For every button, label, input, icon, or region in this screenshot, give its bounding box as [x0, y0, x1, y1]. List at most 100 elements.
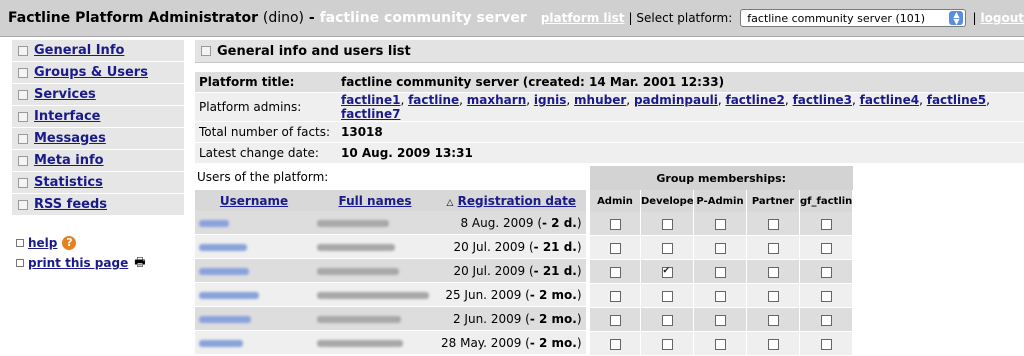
redacted-username[interactable] — [199, 267, 249, 275]
group-col-partner: Partner — [746, 190, 800, 212]
group-checkbox-p-admin[interactable] — [714, 290, 726, 302]
sort-registration-link[interactable]: Registration date — [458, 194, 576, 208]
group-cell — [640, 307, 694, 332]
redacted-username[interactable] — [199, 291, 259, 299]
sidebar-item-label[interactable]: Statistics — [34, 175, 103, 190]
registration-date: 8 Aug. 2009 — [460, 215, 534, 230]
sidebar-item-label[interactable]: Interface — [34, 109, 101, 124]
group-memberships-table: Group memberships: Admin Developer P-Adm… — [590, 166, 853, 356]
sidebar-item-general-info[interactable]: General Info — [12, 40, 184, 61]
fullname-cell — [313, 330, 437, 355]
sidebar-item-meta-info[interactable]: Meta info — [12, 150, 184, 171]
sidebar-item-groups-users[interactable]: Groups & Users — [12, 62, 184, 83]
redacted-username[interactable] — [199, 243, 247, 251]
help-icon[interactable]: ? — [62, 236, 77, 250]
group-checkbox-developer[interactable] — [661, 314, 673, 326]
group-checkbox-p-admin[interactable] — [714, 242, 726, 254]
username-cell[interactable] — [195, 211, 313, 235]
group-cell — [746, 259, 800, 284]
group-checkbox-developer[interactable] — [661, 290, 673, 302]
username-cell[interactable] — [195, 234, 313, 259]
registration-cell: 20 Jul. 2009 (- 21 d.) — [437, 234, 586, 259]
registration-cell: 2 Jun. 2009 (- 2 mo.) — [437, 306, 586, 331]
group-checkbox-partner[interactable] — [767, 242, 779, 254]
group-checkbox-p-admin[interactable] — [714, 314, 726, 326]
col-fullnames[interactable]: Full names — [313, 190, 437, 211]
admin-link[interactable]: factline1 — [341, 93, 400, 107]
group-checkbox-admin[interactable] — [609, 266, 621, 278]
group-checkbox-gf-factline[interactable] — [820, 290, 832, 302]
sidebar-item-statistics[interactable]: Statistics — [12, 172, 184, 193]
group-checkbox-admin[interactable] — [609, 290, 621, 302]
username-cell[interactable] — [195, 330, 313, 355]
admin-link[interactable]: factline5 — [927, 93, 986, 107]
group-checkbox-partner[interactable] — [767, 290, 779, 302]
group-checkbox-gf-factline[interactable] — [820, 314, 832, 326]
admin-link[interactable]: ignis — [534, 93, 567, 107]
facts-value: 13018 — [337, 121, 1024, 143]
group-checkbox-p-admin[interactable] — [714, 338, 726, 350]
group-checkbox-partner[interactable] — [767, 314, 779, 326]
sidebar-item-interface[interactable]: Interface — [12, 106, 184, 127]
admin-link[interactable]: maxharn — [467, 93, 526, 107]
nav-bullet-icon — [18, 133, 28, 144]
username-cell[interactable] — [195, 282, 313, 307]
registration-age: - 2 d. — [542, 215, 577, 230]
redacted-username[interactable] — [199, 219, 229, 227]
group-checkbox-gf-factline[interactable] — [820, 338, 832, 350]
admin-link[interactable]: mhuber — [574, 93, 626, 107]
section-bullet-icon — [201, 46, 211, 56]
admin-link[interactable]: factline7 — [341, 107, 400, 121]
admin-link[interactable]: factline3 — [793, 93, 852, 107]
group-checkbox-partner[interactable] — [767, 266, 779, 278]
group-checkbox-p-admin[interactable] — [714, 218, 726, 230]
group-checkbox-admin[interactable] — [609, 314, 621, 326]
sidebar-item-label[interactable]: Meta info — [34, 153, 104, 168]
sort-username-link[interactable]: Username — [220, 194, 288, 208]
group-checkbox-developer[interactable] — [661, 266, 673, 278]
print-page-link[interactable]: print this page — [28, 256, 128, 270]
logout-link[interactable]: logout — [981, 11, 1024, 25]
sidebar-item-label[interactable]: Groups & Users — [34, 65, 148, 80]
sidebar-item-messages[interactable]: Messages — [12, 128, 184, 149]
table-row: 25 Jun. 2009 (- 2 mo.) — [195, 282, 586, 307]
redacted-username[interactable] — [199, 315, 251, 323]
group-row — [590, 259, 853, 284]
sidebar-item-rss-feeds[interactable]: RSS feeds — [12, 194, 184, 215]
group-checkbox-gf-factline[interactable] — [820, 218, 832, 230]
sidebar-item-services[interactable]: Services — [12, 84, 184, 105]
sidebar-item-label[interactable]: RSS feeds — [34, 197, 107, 212]
username-cell[interactable] — [195, 306, 313, 331]
section-title: General info and users list — [217, 43, 411, 59]
group-checkbox-developer[interactable] — [661, 242, 673, 254]
registration-date: 20 Jul. 2009 — [453, 263, 526, 278]
platform-select[interactable]: factline community server (101) ▲ ▼ — [740, 9, 967, 27]
group-checkbox-admin[interactable] — [609, 242, 621, 254]
group-checkbox-gf-factline[interactable] — [820, 266, 832, 278]
admin-link[interactable]: factline2 — [725, 93, 784, 107]
admin-link[interactable]: padminpauli — [634, 93, 718, 107]
group-checkbox-p-admin[interactable] — [714, 266, 726, 278]
group-checkbox-partner[interactable] — [767, 218, 779, 230]
admin-link[interactable]: factline — [408, 93, 459, 107]
group-checkbox-gf-factline[interactable] — [820, 242, 832, 254]
group-checkbox-partner[interactable] — [767, 338, 779, 350]
col-username[interactable]: Username — [195, 190, 313, 211]
group-checkbox-developer[interactable] — [661, 218, 673, 230]
platform-select-value: factline community server (101) — [747, 11, 926, 25]
group-checkbox-admin[interactable] — [609, 338, 621, 350]
username-cell[interactable] — [195, 258, 313, 283]
sidebar-item-label[interactable]: General Info — [34, 43, 124, 58]
platform-list-link[interactable]: platform list — [541, 11, 625, 25]
sidebar-item-label[interactable]: Messages — [34, 131, 106, 146]
group-checkbox-admin[interactable] — [609, 218, 621, 230]
group-checkbox-developer[interactable] — [661, 338, 673, 350]
sidebar-item-label[interactable]: Services — [34, 87, 96, 102]
admin-link[interactable]: factline4 — [860, 93, 919, 107]
printer-icon[interactable]: 🖶 — [134, 253, 145, 274]
group-cell — [590, 235, 641, 260]
redacted-username[interactable] — [199, 339, 243, 347]
help-link[interactable]: help — [28, 236, 57, 250]
sort-fullnames-link[interactable]: Full names — [339, 194, 412, 208]
col-registration[interactable]: △ Registration date — [437, 190, 586, 211]
